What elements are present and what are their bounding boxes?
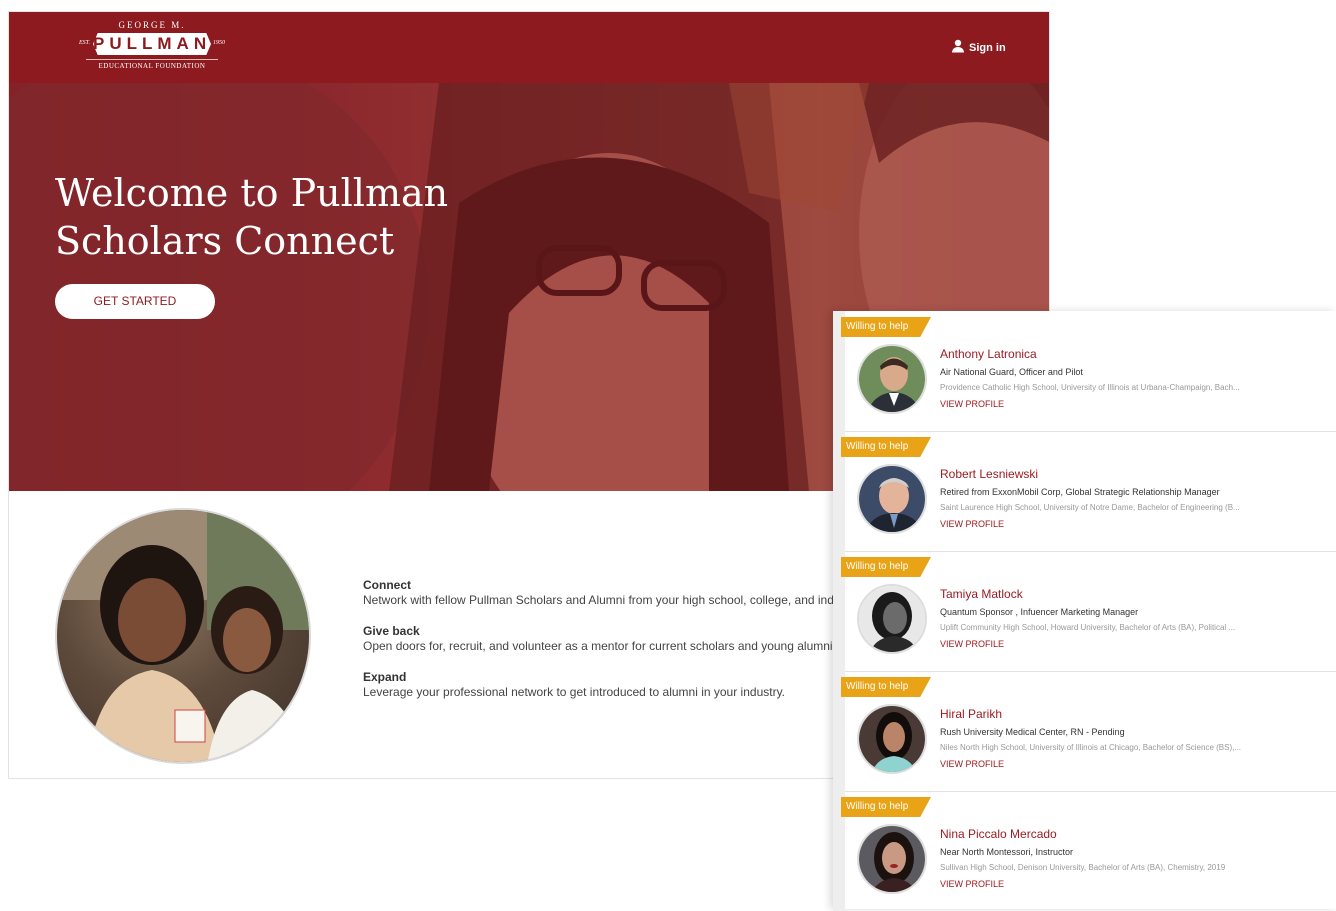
feature-desc: Open doors for, recruit, and volunteer a… (363, 639, 843, 653)
features-list: Connect Network with fellow Pullman Scho… (363, 578, 863, 716)
avatar[interactable] (857, 824, 927, 894)
helper-job: Near North Montessori, Instructor (940, 847, 1074, 857)
helper-name[interactable]: Hiral Parikh (940, 707, 1002, 721)
feature-title: Give back (363, 624, 420, 638)
logo-wordmark: PULLMAN (93, 34, 212, 53)
feature-expand: Expand Leverage your professional networ… (363, 670, 863, 700)
helper-name[interactable]: Anthony Latronica (940, 347, 1037, 361)
willing-to-help-badge: Willing to help (841, 317, 931, 337)
feature-title: Connect (363, 578, 411, 592)
avatar[interactable] (857, 464, 927, 534)
helper-education: Saint Laurence High School, University o… (940, 503, 1240, 512)
view-profile-link[interactable]: VIEW PROFILE (940, 759, 1004, 769)
sign-in-label: Sign in (969, 41, 1006, 54)
feature-desc: Network with fellow Pullman Scholars and… (363, 593, 834, 607)
willing-to-help-badge: Willing to help (841, 437, 931, 457)
avatar[interactable] (857, 584, 927, 654)
sign-in-link[interactable]: Sign in (951, 39, 1006, 56)
helper-job: Quantum Sponsor , Infuencer Marketing Ma… (940, 607, 1139, 617)
user-icon (951, 39, 965, 56)
list-item: Willing to help Nina Piccalo Mercado Nea… (833, 791, 1336, 911)
avatar[interactable] (857, 344, 927, 414)
pullman-logo[interactable]: GEORGE M. EST. PULLMAN 1950 EDUCATIONAL … (75, 19, 229, 75)
logo-top-text: GEORGE M. (118, 20, 186, 30)
helper-name[interactable]: Robert Lesniewski (940, 467, 1038, 481)
view-profile-link[interactable]: VIEW PROFILE (940, 639, 1004, 649)
feature-give-back: Give back Open doors for, recruit, and v… (363, 624, 863, 654)
feature-connect: Connect Network with fellow Pullman Scho… (363, 578, 863, 608)
helpers-panel: Willing to help Anthony Latronica Air Na… (833, 311, 1336, 911)
feature-title: Expand (363, 670, 407, 684)
view-profile-link[interactable]: VIEW PROFILE (940, 879, 1004, 889)
avatar[interactable] (857, 704, 927, 774)
site-header: GEORGE M. EST. PULLMAN 1950 EDUCATIONAL … (9, 12, 1049, 83)
willing-to-help-badge: Willing to help (841, 557, 931, 577)
helper-job: Air National Guard, Officer and Pilot (940, 367, 1083, 377)
helper-job: Rush University Medical Center, RN - Pen… (940, 727, 1125, 737)
list-item: Willing to help Robert Lesniewski Retire… (833, 431, 1336, 552)
logo-est: EST. (79, 40, 91, 46)
helper-education: Uplift Community High School, Howard Uni… (940, 623, 1236, 632)
helper-job: Retired from ExxonMobil Corp, Global Str… (940, 487, 1220, 497)
view-profile-link[interactable]: VIEW PROFILE (940, 399, 1004, 409)
logo-subtitle: EDUCATIONAL FOUNDATION (86, 59, 218, 70)
hero-title: Welcome to Pullman Scholars Connect (55, 171, 449, 263)
feature-desc: Leverage your professional network to ge… (363, 685, 786, 699)
helper-name[interactable]: Tamiya Matlock (940, 587, 1023, 601)
list-item: Willing to help Anthony Latronica Air Na… (833, 311, 1336, 432)
logo-year: 1950 (213, 40, 225, 46)
helper-education: Providence Catholic High School, Univers… (940, 383, 1240, 392)
helper-name[interactable]: Nina Piccalo Mercado (940, 827, 1057, 841)
willing-to-help-badge: Willing to help (841, 797, 931, 817)
scholars-photo (55, 508, 311, 764)
helper-education: Sullivan High School, Denison University… (940, 863, 1226, 872)
list-item: Willing to help Tamiya Matlock Quantum S… (833, 551, 1336, 672)
willing-to-help-badge: Willing to help (841, 677, 931, 697)
view-profile-link[interactable]: VIEW PROFILE (940, 519, 1004, 529)
list-item: Willing to help Hiral Parikh Rush Univer… (833, 671, 1336, 792)
get-started-button[interactable]: GET STARTED (55, 284, 215, 319)
helper-education: Niles North High School, University of I… (940, 743, 1242, 752)
